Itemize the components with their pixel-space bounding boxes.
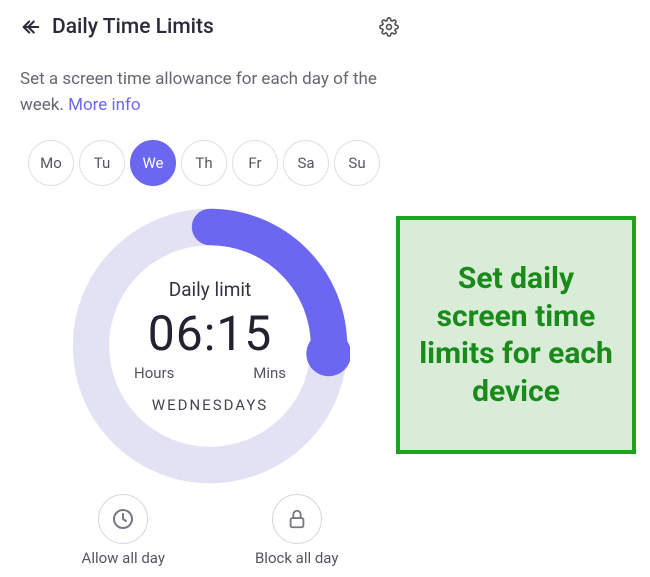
quick-actions-row: Allow all day Block all day (20, 494, 400, 567)
day-button-th[interactable]: Th (181, 140, 227, 186)
app-screen: Daily Time Limits Set a screen time allo… (0, 0, 420, 577)
block-label: Block all day (255, 549, 339, 567)
annotation-callout: Set daily screen time limits for each de… (396, 216, 636, 454)
back-arrow-icon[interactable] (20, 16, 42, 38)
daily-limit-time: 06:15 (120, 305, 300, 362)
page-title: Daily Time Limits (52, 15, 378, 39)
lock-icon (272, 494, 322, 544)
allow-all-day-button[interactable]: Allow all day (82, 494, 165, 567)
clock-icon (98, 494, 148, 544)
selected-day-name: WEDNESDAYS (120, 396, 300, 414)
dial-center-readout: Daily limit 06:15 Hours Mins WEDNESDAYS (120, 278, 300, 414)
day-selector-row: MoTuWeThFrSaSu (20, 140, 400, 186)
day-button-fr[interactable]: Fr (232, 140, 278, 186)
allow-label: Allow all day (82, 549, 165, 567)
day-button-tu[interactable]: Tu (79, 140, 125, 186)
callout-text: Set daily screen time limits for each de… (414, 260, 618, 410)
description-text: Set a screen time allowance for each day… (20, 67, 400, 118)
day-button-sa[interactable]: Sa (283, 140, 329, 186)
time-limit-dial[interactable]: Daily limit 06:15 Hours Mins WEDNESDAYS (70, 206, 350, 486)
mins-label: Mins (253, 364, 286, 382)
hours-label: Hours (134, 364, 174, 382)
day-button-mo[interactable]: Mo (28, 140, 74, 186)
header-bar: Daily Time Limits (20, 15, 400, 39)
more-info-link[interactable]: More info (68, 95, 141, 115)
block-all-day-button[interactable]: Block all day (255, 494, 339, 567)
time-units-row: Hours Mins (120, 364, 300, 382)
settings-gear-icon[interactable] (378, 16, 400, 38)
day-button-we[interactable]: We (130, 140, 176, 186)
day-button-su[interactable]: Su (334, 140, 380, 186)
daily-limit-label: Daily limit (120, 278, 300, 301)
